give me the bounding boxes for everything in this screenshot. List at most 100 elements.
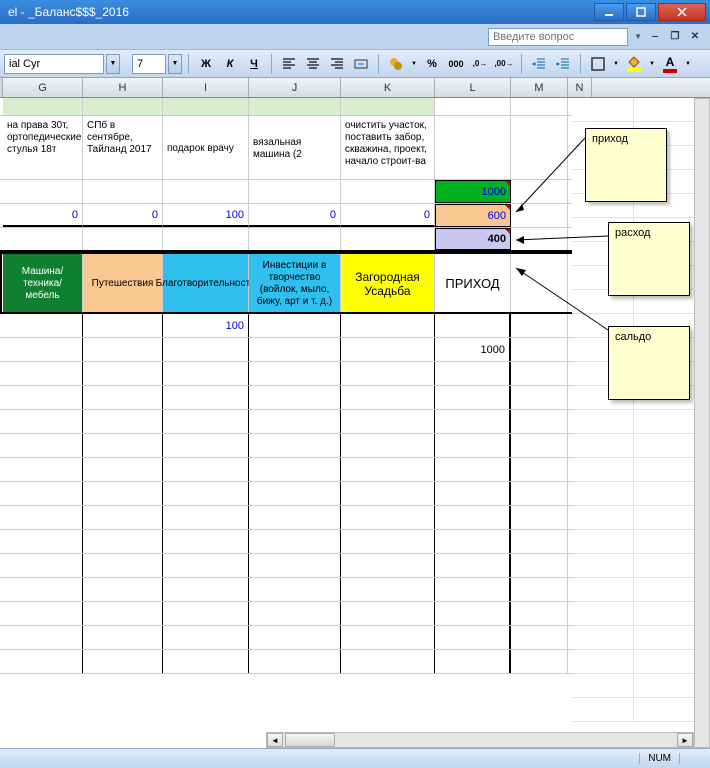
cell[interactable] — [341, 338, 435, 361]
font-name-input[interactable]: ial Cyr — [4, 54, 104, 74]
cell[interactable] — [511, 554, 568, 577]
col-header-N[interactable]: N — [568, 78, 592, 97]
percent-button[interactable]: % — [421, 53, 443, 75]
cell[interactable] — [341, 578, 435, 601]
cell[interactable] — [341, 386, 435, 409]
cell[interactable] — [511, 578, 568, 601]
vertical-scrollbar[interactable] — [694, 98, 710, 748]
cell[interactable] — [511, 228, 568, 250]
decrease-indent-button[interactable] — [528, 53, 550, 75]
cell[interactable] — [83, 386, 163, 409]
cell[interactable] — [435, 362, 511, 385]
borders-dropdown[interactable]: ▼ — [611, 53, 621, 75]
cell[interactable] — [249, 180, 341, 203]
cell[interactable] — [511, 98, 568, 115]
cell[interactable] — [511, 254, 568, 312]
fill-color-dropdown[interactable]: ▼ — [647, 53, 657, 75]
cell[interactable] — [249, 410, 341, 433]
align-right-button[interactable] — [326, 53, 348, 75]
cell[interactable] — [83, 506, 163, 529]
cell[interactable] — [341, 506, 435, 529]
cell[interactable] — [3, 228, 83, 250]
cell[interactable] — [249, 314, 341, 337]
cell[interactable] — [249, 650, 341, 673]
cell[interactable] — [511, 458, 568, 481]
cell[interactable] — [511, 410, 568, 433]
cell-cat-income[interactable]: ПРИХОД — [435, 254, 511, 312]
underline-button[interactable]: Ч — [243, 53, 265, 75]
dropdown-arrow-icon[interactable]: ▼ — [634, 32, 642, 41]
cell[interactable] — [3, 410, 83, 433]
cell[interactable] — [511, 386, 568, 409]
cell[interactable] — [511, 626, 568, 649]
increase-indent-button[interactable] — [552, 53, 574, 75]
cell[interactable] — [163, 228, 249, 250]
doc-minimize-button[interactable]: ‒ — [648, 30, 662, 44]
scroll-left-button[interactable]: ◄ — [267, 733, 283, 747]
col-header-M[interactable]: M — [511, 78, 568, 97]
cell[interactable] — [163, 362, 249, 385]
scroll-thumb[interactable] — [285, 733, 335, 747]
cell[interactable] — [249, 98, 341, 115]
fill-color-button[interactable] — [623, 53, 645, 75]
cell[interactable] — [83, 626, 163, 649]
cell[interactable] — [341, 180, 435, 203]
cell[interactable] — [83, 458, 163, 481]
cell[interactable] — [163, 338, 249, 361]
comment-saldo[interactable]: сальдо — [608, 326, 690, 400]
cell-expense[interactable]: 600 — [435, 204, 511, 227]
cell[interactable] — [83, 434, 163, 457]
cell[interactable] — [435, 482, 511, 505]
cell[interactable] — [341, 362, 435, 385]
bold-button[interactable]: Ж — [195, 53, 217, 75]
decrease-decimal-button[interactable]: ,00→ — [493, 53, 515, 75]
cell[interactable] — [83, 554, 163, 577]
cell[interactable] — [3, 578, 83, 601]
cell[interactable] — [163, 482, 249, 505]
col-header-K[interactable]: K — [341, 78, 435, 97]
cell[interactable] — [341, 228, 435, 250]
cell[interactable] — [83, 314, 163, 337]
cell-cat-travel[interactable]: Путешествия — [83, 254, 163, 312]
cell[interactable]: 0 — [83, 204, 163, 227]
cell[interactable]: подарок врачу — [163, 116, 249, 179]
font-color-dropdown[interactable]: ▼ — [683, 53, 693, 75]
cell[interactable] — [163, 578, 249, 601]
cell[interactable] — [435, 116, 511, 179]
cell[interactable] — [511, 180, 568, 203]
align-center-button[interactable] — [302, 53, 324, 75]
cell[interactable] — [3, 458, 83, 481]
minimize-button[interactable] — [594, 3, 624, 21]
cell[interactable] — [3, 506, 83, 529]
borders-button[interactable] — [587, 53, 609, 75]
cell[interactable] — [249, 458, 341, 481]
cell[interactable] — [341, 626, 435, 649]
cell[interactable] — [511, 650, 568, 673]
help-question-input[interactable] — [488, 28, 628, 46]
cell[interactable] — [435, 506, 511, 529]
cell-saldo[interactable]: 400 — [435, 228, 511, 250]
cell[interactable] — [83, 362, 163, 385]
cell[interactable]: на права 30т, ортопедические стулья 18т — [3, 116, 83, 179]
cell[interactable] — [249, 554, 341, 577]
cell[interactable] — [163, 530, 249, 553]
cell[interactable] — [249, 530, 341, 553]
close-button[interactable] — [658, 3, 706, 21]
cell[interactable]: 0 — [249, 204, 341, 227]
cell[interactable] — [3, 314, 83, 337]
cell[interactable] — [511, 506, 568, 529]
cell[interactable] — [163, 180, 249, 203]
cell[interactable] — [249, 386, 341, 409]
cell[interactable] — [341, 530, 435, 553]
cell-cat-estate[interactable]: Загородная Усадьба — [341, 254, 435, 312]
comment-expense[interactable]: расход — [608, 222, 690, 296]
cell[interactable] — [3, 434, 83, 457]
cell[interactable] — [163, 458, 249, 481]
maximize-button[interactable] — [626, 3, 656, 21]
cell[interactable] — [249, 506, 341, 529]
font-color-button[interactable]: A — [659, 53, 681, 75]
cell[interactable] — [341, 434, 435, 457]
cell[interactable] — [3, 362, 83, 385]
cell[interactable] — [511, 314, 568, 337]
cell[interactable] — [435, 554, 511, 577]
